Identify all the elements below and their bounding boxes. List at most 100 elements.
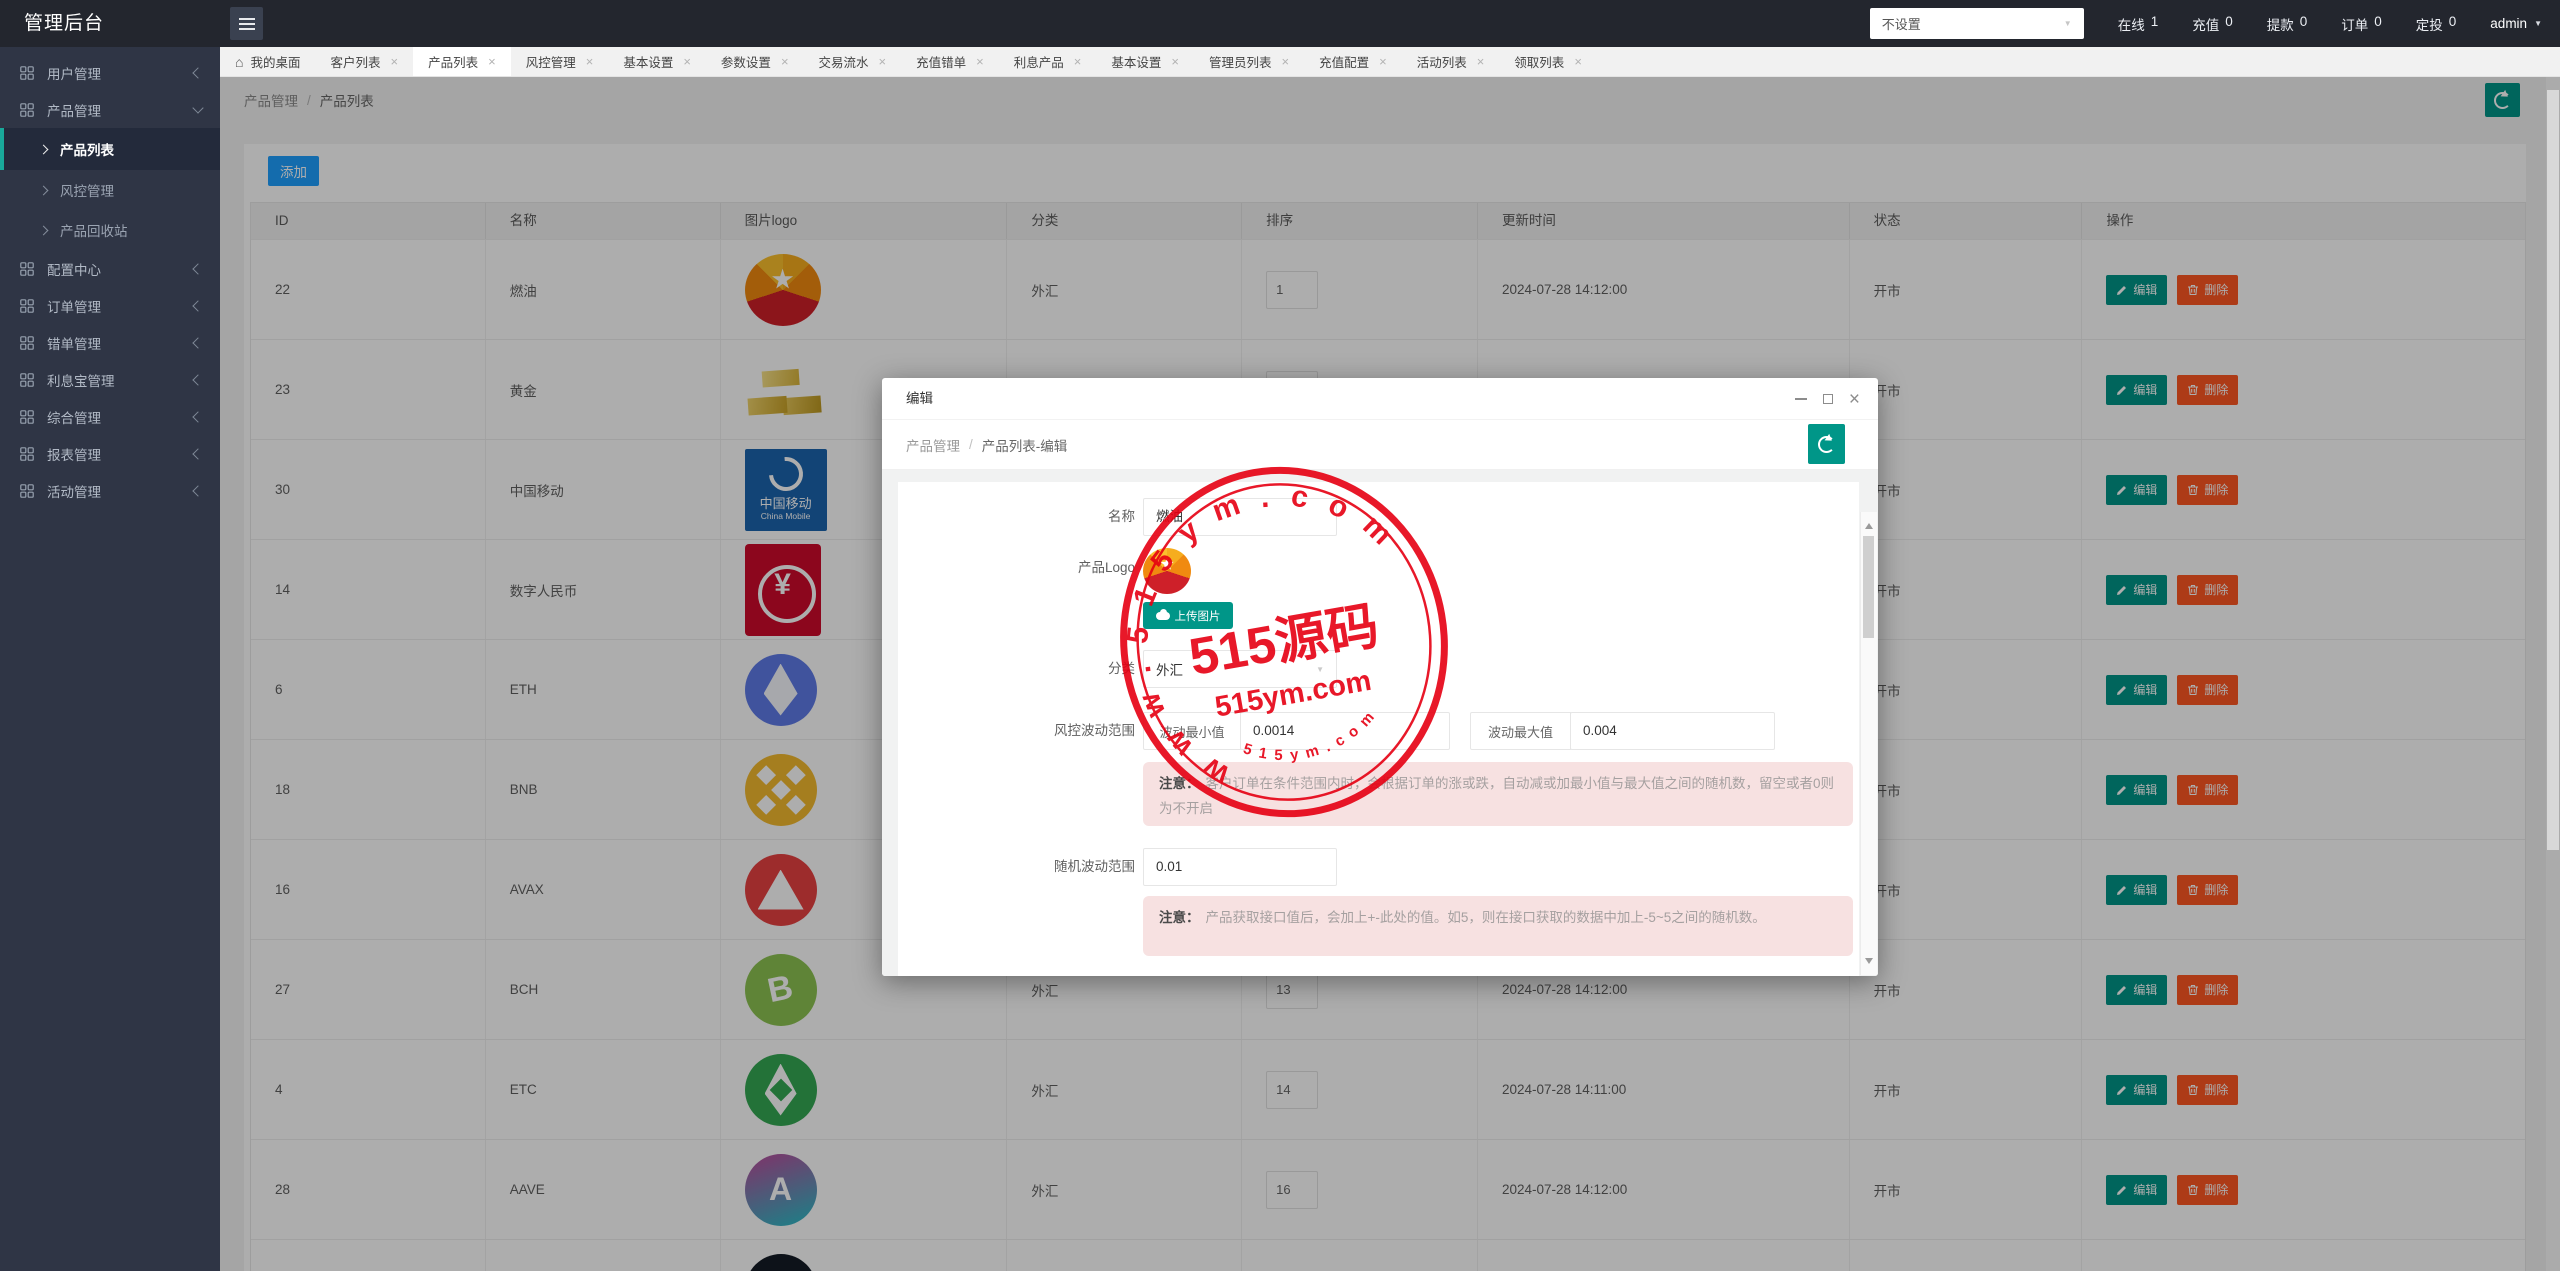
modal-breadcrumb-page: 产品列表-编辑	[982, 435, 1068, 455]
app-title: 管理后台	[24, 0, 104, 47]
tab[interactable]: ⌂ 产品列表 ×	[413, 47, 511, 76]
stat-label: 充值	[2192, 14, 2219, 34]
stat-item: 在线 1	[2118, 14, 2159, 34]
upload-image-button[interactable]: 上传图片	[1143, 602, 1233, 629]
modal-breadcrumb-section[interactable]: 产品管理	[906, 435, 960, 455]
tab-close-icon[interactable]: ×	[1281, 54, 1289, 69]
sidebar-item-activities[interactable]: 活动管理	[0, 472, 220, 509]
product-logo-preview	[1143, 548, 1191, 594]
tab-label: 参数设置	[721, 52, 771, 71]
tab[interactable]: ⌂ 客户列表 ×	[315, 47, 413, 76]
grid-icon	[20, 484, 34, 498]
tab-close-icon[interactable]: ×	[683, 54, 691, 69]
hamburger-icon	[239, 23, 255, 25]
scroll-up-icon[interactable]	[1865, 519, 1873, 529]
name-input[interactable]: 燃油	[1143, 498, 1337, 536]
stat-value: 0	[2449, 14, 2457, 34]
tab-label: 产品列表	[428, 52, 478, 71]
sidebar-item-label: 订单管理	[47, 296, 101, 316]
sidebar-item-interest[interactable]: 利息宝管理	[0, 361, 220, 398]
tab[interactable]: ⌂ 充值错单 ×	[901, 47, 999, 76]
sidebar-item-products[interactable]: 产品管理	[0, 91, 220, 128]
tab-label: 利息产品	[1014, 52, 1064, 71]
close-icon[interactable]: ×	[1849, 390, 1860, 409]
sidebar: 用户管理 产品管理 产品列表 风控管理 产品回收站 配置中心 订单管理	[0, 47, 220, 1271]
minimize-icon[interactable]	[1795, 398, 1807, 400]
tab-label: 充值错单	[916, 52, 966, 71]
random-note: 注意：产品获取接口值后，会加上+-此处的值。如5，则在接口获取的数据中加上-5~…	[1143, 896, 1853, 956]
chevron-left-icon	[192, 67, 203, 78]
tab-close-icon[interactable]: ×	[1171, 54, 1179, 69]
tab[interactable]: ⌂ 领取列表 ×	[1499, 47, 1597, 76]
note-text: 客户订单在条件范围内时，会根据订单的涨或跌，自动减或加最小值与最大值之间的随机数…	[1159, 776, 1834, 816]
tab-close-icon[interactable]: ×	[1379, 54, 1387, 69]
sidebar-toggle-button[interactable]	[230, 7, 263, 40]
tab[interactable]: ⌂ 活动列表 ×	[1402, 47, 1500, 76]
tab[interactable]: ⌂ 风控管理 ×	[511, 47, 609, 76]
tab-close-icon[interactable]: ×	[1574, 54, 1582, 69]
tab-close-icon[interactable]: ×	[586, 54, 594, 69]
sidebar-item-product-list[interactable]: 产品列表	[0, 128, 220, 170]
tab-close-icon[interactable]: ×	[976, 54, 984, 69]
chevron-left-icon	[192, 411, 203, 422]
stat-label: 定投	[2416, 14, 2443, 34]
stat-value: 0	[2225, 14, 2233, 34]
tab[interactable]: ⌂ 充值配置 ×	[1304, 47, 1402, 76]
tab-label: 我的桌面	[250, 52, 300, 71]
tab[interactable]: ⌂ 基本设置 ×	[1096, 47, 1194, 76]
grid-icon	[20, 410, 34, 424]
sidebar-item-general[interactable]: 综合管理	[0, 398, 220, 435]
random-input[interactable]: 0.01	[1143, 848, 1337, 886]
sidebar-item-label: 用户管理	[47, 63, 101, 83]
sidebar-item-risk-control[interactable]: 风控管理	[0, 170, 220, 210]
page-scrollbar-thumb[interactable]	[2547, 90, 2559, 850]
sidebar-item-config[interactable]: 配置中心	[0, 250, 220, 287]
refresh-icon	[1818, 436, 1835, 453]
user-menu[interactable]: admin ▼	[2490, 16, 2542, 31]
grid-icon	[20, 447, 34, 461]
sidebar-item-product-recycle[interactable]: 产品回收站	[0, 210, 220, 250]
tab-close-icon[interactable]: ×	[391, 54, 399, 69]
category-select-value: 外汇	[1156, 659, 1183, 679]
grid-icon	[20, 66, 34, 80]
note-prefix: 注意：	[1159, 776, 1200, 791]
sidebar-item-label: 配置中心	[47, 259, 101, 279]
tab[interactable]: ⌂ 基本设置 ×	[608, 47, 706, 76]
sidebar-subitem-label: 风控管理	[60, 180, 114, 200]
sidebar-item-reports[interactable]: 报表管理	[0, 435, 220, 472]
grid-icon	[20, 373, 34, 387]
category-select[interactable]: 外汇 ▼	[1143, 650, 1337, 688]
chevron-right-icon	[39, 144, 49, 154]
modal-refresh-button[interactable]	[1808, 424, 1845, 464]
tab-close-icon[interactable]: ×	[488, 54, 496, 69]
tab-label: 基本设置	[1111, 52, 1161, 71]
sidebar-item-orders[interactable]: 订单管理	[0, 287, 220, 324]
tab[interactable]: ⌂ 参数设置 ×	[706, 47, 804, 76]
filter-select[interactable]: 不设置 ▼	[1870, 8, 2084, 39]
chevron-left-icon	[192, 337, 203, 348]
tab-close-icon[interactable]: ×	[1477, 54, 1485, 69]
tab-close-icon[interactable]: ×	[1074, 54, 1082, 69]
chevron-down-icon	[192, 102, 203, 113]
tab[interactable]: ⌂ 利息产品 ×	[999, 47, 1097, 76]
tab-label: 领取列表	[1514, 52, 1564, 71]
tab-label: 充值配置	[1319, 52, 1369, 71]
min-input[interactable]: 0.0014	[1240, 712, 1450, 750]
name-label: 名称	[898, 498, 1135, 536]
tab[interactable]: ⌂ 管理员列表 ×	[1194, 47, 1304, 76]
modal-scrollbar[interactable]	[1860, 512, 1877, 975]
max-input[interactable]: 0.004	[1570, 712, 1775, 750]
tab-close-icon[interactable]: ×	[879, 54, 887, 69]
tab[interactable]: ⌂ 我的桌面 ×	[220, 47, 315, 76]
sidebar-item-wrong-orders[interactable]: 错单管理	[0, 324, 220, 361]
topbar: 管理后台 不设置 ▼ 在线 1 充值 0	[0, 0, 2560, 47]
scroll-down-icon[interactable]	[1865, 958, 1873, 968]
maximize-icon[interactable]	[1823, 394, 1833, 404]
sidebar-item-users[interactable]: 用户管理	[0, 54, 220, 91]
topbar-right: 不设置 ▼ 在线 1 充值 0 提款	[1870, 0, 2542, 47]
tab[interactable]: ⌂ 交易流水 ×	[804, 47, 902, 76]
modal-scrollbar-thumb[interactable]	[1863, 536, 1874, 638]
tab-close-icon[interactable]: ×	[781, 54, 789, 69]
modal-breadcrumb-separator: /	[969, 437, 973, 452]
page-scrollbar[interactable]	[2546, 77, 2560, 1271]
